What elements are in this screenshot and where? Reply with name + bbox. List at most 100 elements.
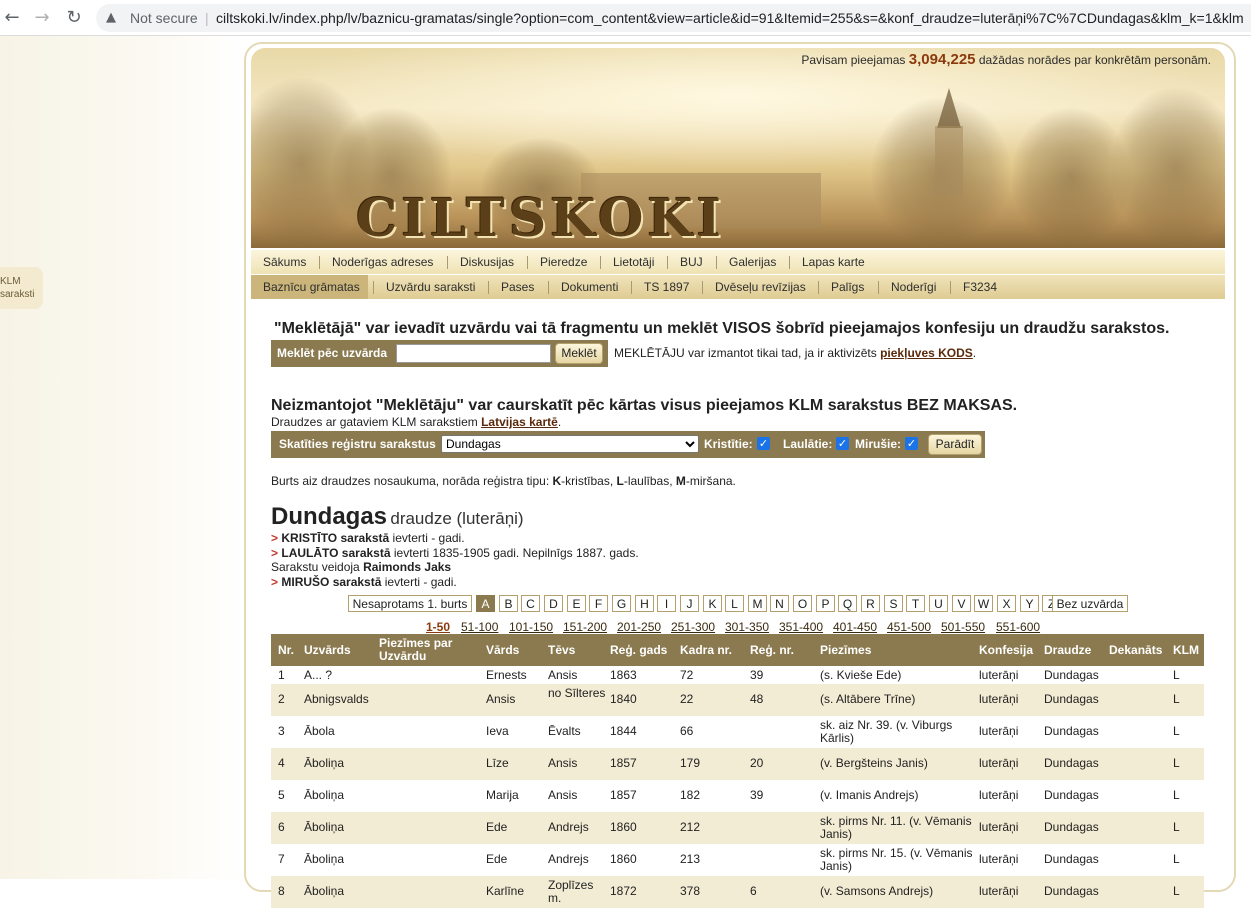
page-link-151-200[interactable]: 151-200 — [563, 620, 607, 634]
parish-title: Dundagas draudze (luterāņi) — [271, 503, 524, 531]
letter-button-q[interactable]: Q — [838, 595, 857, 612]
letter-button-x[interactable]: X — [997, 595, 1016, 612]
letter-button-l[interactable]: L — [725, 595, 744, 612]
table-row[interactable]: 2 Abnigsvalds Ansis no Sīlteres 1840 22 48 (s. … — [271, 684, 1204, 716]
menu-item-sakums[interactable]: Sākums — [263, 255, 306, 269]
letter-button-d[interactable]: D — [544, 595, 563, 612]
letter-button-k[interactable]: K — [703, 595, 722, 612]
table-cell-confession: luterāņi — [979, 668, 1019, 682]
tab-dokumenti[interactable]: Dokumenti — [561, 280, 618, 294]
menu-item-noderigas-adreses[interactable]: Noderīgas adreses — [332, 255, 433, 269]
latvia-map-link[interactable]: Latvijas kartē — [481, 415, 558, 429]
column-header-parish: Draudze — [1044, 643, 1092, 657]
table-row[interactable]: 7 Āboliņa Ede Andrejs 1860 213 sk. pirms Nr. 1… — [271, 844, 1204, 876]
letter-button-n[interactable]: N — [770, 595, 789, 612]
page-link-401-450[interactable]: 401-450 — [833, 620, 877, 634]
page-link-201-250[interactable]: 201-250 — [617, 620, 661, 634]
table-cell-surname: Abnigsvalds — [304, 692, 369, 706]
laulatie-checkbox[interactable]: ✓ — [836, 437, 849, 450]
table-row[interactable]: 4 Āboliņa Līze Ansis 1857 179 20 (v. Bergšteins… — [271, 748, 1204, 780]
table-cell-confession: luterāņi — [979, 788, 1019, 802]
tab-ts-1897[interactable]: TS 1897 — [644, 280, 689, 294]
letter-button-a[interactable]: A — [476, 595, 495, 612]
menu-item-pieredze[interactable]: Pieredze — [540, 255, 587, 269]
table-cell-klm: L — [1173, 756, 1180, 770]
table-row[interactable]: 8 Āboliņa Karlīne Zoplīzes m. 1872 378 6 (v. Sa… — [271, 876, 1204, 908]
table-row[interactable]: 6 Āboliņa Ede Andrejs 1860 212 sk. pirms Nr. 1… — [271, 812, 1204, 844]
forward-arrow-icon[interactable]: → — [30, 6, 54, 30]
table-cell-nr: 1 — [278, 668, 285, 682]
table-cell-notes: (s. Altābere Trīne) — [820, 692, 916, 706]
table-cell-frame-nr: 66 — [680, 724, 694, 738]
page-link-501-550[interactable]: 501-550 — [941, 620, 985, 634]
page-link-51-100[interactable]: 51-100 — [461, 620, 498, 634]
table-cell-klm: L — [1173, 692, 1180, 706]
address-bar[interactable]: ▲ Not secure | ciltskoki.lv/index.php/lv… — [96, 4, 1251, 32]
parish-select[interactable]: Dundagas — [441, 435, 699, 453]
page-link-351-400[interactable]: 351-400 — [779, 620, 823, 634]
register-select-label: Skatīties reģistru sarakstus — [279, 437, 436, 451]
surname-search-input[interactable] — [396, 344, 551, 363]
letter-button-y[interactable]: Y — [1020, 595, 1039, 612]
reload-icon[interactable]: ↻ — [62, 6, 86, 30]
tab-dveselu-revizijas[interactable]: Dvēseļu revīzijas — [715, 280, 806, 294]
tab-f3234[interactable]: F3234 — [963, 280, 997, 294]
tab-uzvardu-saraksti[interactable]: Uzvārdu saraksti — [386, 280, 475, 294]
letter-button-v[interactable]: V — [952, 595, 971, 612]
column-header-surname-notes: Piezīmes par Uzvārdu — [379, 636, 453, 663]
letter-button-u[interactable]: U — [929, 595, 948, 612]
tab-baznicu-gramatas[interactable]: Baznīcu grāmatas — [263, 280, 360, 294]
compiled-by-info: Sarakstu veidoja Raimonds Jaks — [271, 560, 451, 574]
letter-no-surname-button[interactable]: Bez uzvārda — [1052, 595, 1128, 612]
menu-item-lapas-karte[interactable]: Lapas karte — [802, 255, 865, 269]
show-button[interactable]: Parādīt — [928, 434, 982, 455]
url-text[interactable]: ciltskoki.lv/index.php/lv/baznicu-gramat… — [216, 10, 1244, 26]
letter-button-c[interactable]: C — [521, 595, 540, 612]
menu-item-lietotaji[interactable]: Lietotāji — [613, 255, 654, 269]
table-cell-reg-nr: 6 — [750, 884, 757, 898]
klm-side-tab[interactable]: KLM saraksti — [0, 267, 43, 309]
page-link-451-500[interactable]: 451-500 — [887, 620, 931, 634]
mirusie-label: Mirušie: — [855, 437, 902, 451]
letter-button-i[interactable]: I — [657, 595, 676, 612]
mirusie-checkbox[interactable]: ✓ — [905, 437, 918, 450]
letter-button-w[interactable]: W — [974, 595, 993, 612]
letter-button-t[interactable]: T — [906, 595, 925, 612]
menu-item-buj[interactable]: BUJ — [680, 255, 703, 269]
table-row[interactable]: 1 A... ? Ernests Ansis 1863 72 39 (s. Kvieše Ed… — [271, 666, 1204, 684]
page-link-101-150[interactable]: 101-150 — [509, 620, 553, 634]
table-cell-notes: (v. Bergšteins Janis) — [820, 756, 928, 770]
table-row[interactable]: 5 Āboliņa Marija Ansis 1857 182 39 (v. Imanis A… — [271, 780, 1204, 812]
search-button[interactable]: Meklēt — [555, 343, 603, 364]
letter-button-s[interactable]: S — [884, 595, 903, 612]
letter-button-f[interactable]: F — [589, 595, 608, 612]
letter-button-r[interactable]: R — [861, 595, 880, 612]
register-browse-form: Skatīties reģistru sarakstus Dundagas Kr… — [271, 431, 985, 458]
letter-unknown-button[interactable]: Nesaprotams 1. burts — [348, 595, 472, 612]
menu-item-galerijas[interactable]: Galerijas — [729, 255, 776, 269]
letter-button-p[interactable]: P — [816, 595, 835, 612]
page-link-301-350[interactable]: 301-350 — [725, 620, 769, 634]
column-header-frame-nr: Kadra nr. — [680, 643, 733, 657]
letter-button-j[interactable]: J — [680, 595, 699, 612]
tab-pases[interactable]: Pases — [501, 280, 534, 294]
table-cell-parish: Dundagas — [1044, 692, 1099, 706]
menu-item-diskusijas[interactable]: Diskusijas — [460, 255, 514, 269]
page-link-251-300[interactable]: 251-300 — [671, 620, 715, 634]
letter-button-o[interactable]: O — [793, 595, 812, 612]
table-row[interactable]: 3 Ābola Ieva Ēvalts 1844 66 sk. aiz Nr. 39. (v… — [271, 716, 1204, 748]
table-cell-notes: sk. pirms Nr. 11. (v. Vēmanis Janis) — [820, 814, 972, 841]
letter-button-g[interactable]: G — [612, 595, 631, 612]
letter-button-b[interactable]: B — [499, 595, 518, 612]
back-arrow-icon[interactable]: ← — [0, 6, 24, 30]
letter-button-h[interactable]: H — [635, 595, 654, 612]
site-logo[interactable]: CILTSKOKI — [356, 188, 725, 248]
page-link-1-50[interactable]: 1-50 — [426, 620, 450, 634]
kristitie-checkbox[interactable]: ✓ — [757, 437, 770, 450]
tab-paligs[interactable]: Palīgs — [831, 280, 864, 294]
tab-noderigi[interactable]: Noderīgi — [891, 280, 936, 294]
letter-button-e[interactable]: E — [567, 595, 586, 612]
access-code-link[interactable]: piekļuves KODS — [880, 346, 973, 360]
page-link-551-600[interactable]: 551-600 — [996, 620, 1040, 634]
letter-button-m[interactable]: M — [748, 595, 767, 612]
